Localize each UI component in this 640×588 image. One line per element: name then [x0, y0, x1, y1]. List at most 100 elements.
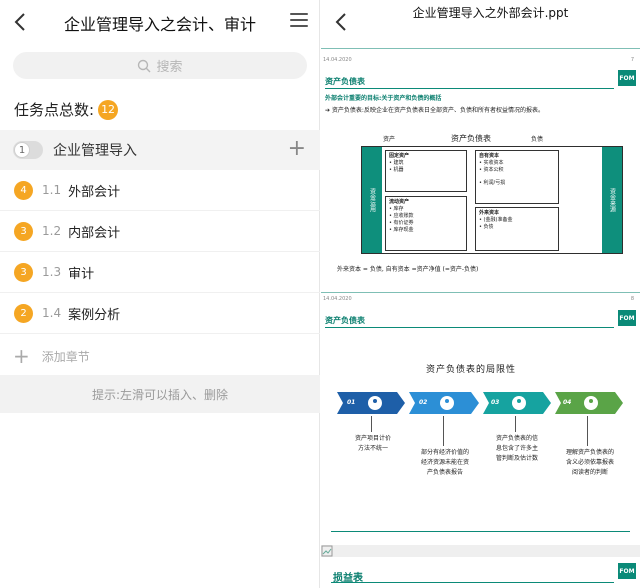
person-head: [517, 399, 521, 403]
limitation-text-1: 资产项目计价 方法不统一: [335, 434, 411, 454]
slide-title-rule: [325, 327, 614, 328]
chapter-index: 1.3: [42, 265, 62, 279]
plus-icon: +: [13, 344, 30, 368]
fom-logo: FOM: [618, 563, 636, 579]
person-head: [445, 399, 449, 403]
fixed-assets-box: 固定资产 • 建筑 • 机器: [385, 150, 467, 192]
slide-top-rule: [321, 48, 640, 49]
module-collapse-toggle[interactable]: 1: [13, 141, 43, 159]
task-count: 任务点总数: 12: [14, 99, 119, 120]
text-line: 经济资源未能在资: [420, 459, 469, 466]
back-arrow-icon[interactable]: [10, 10, 32, 34]
slide-title: 资产负债表: [325, 77, 365, 86]
add-chapter-label: 添加章节: [41, 349, 90, 364]
chapter-name: 外部会计: [68, 184, 121, 200]
task-badge: 3: [14, 262, 33, 282]
equity-box: 自有资本 • 实收资本 • 资本公积 • 利润/亏损: [475, 150, 559, 204]
task-badge: 4: [14, 180, 33, 200]
box-item: • 资本公积: [479, 167, 504, 173]
box-heading: 自有资本: [479, 153, 500, 159]
limitations-heading: 资产负债表的局限性: [426, 365, 517, 375]
slide-description: ➔ 资产负债表:反映企业在资产负债表日全部资产、负债和所有者权益情况的报表。: [325, 107, 544, 114]
limitation-text-2: 部分有经济价值的 经济资源未能在资 产负债表报告: [405, 448, 485, 478]
task-count-label: 任务点总数:: [14, 101, 95, 119]
task-count-badge: 12: [98, 99, 119, 120]
box-heading: 固定资产: [389, 153, 410, 159]
step-number: 02: [419, 399, 428, 406]
menu-icon[interactable]: [290, 13, 308, 29]
text-line: 部分有经济价值的: [420, 449, 469, 456]
current-assets-box: 流动资产 • 库存 • 应收账款 • 有价证券 • 库存现金: [385, 196, 467, 251]
chapter-index: 1.2: [42, 224, 62, 238]
search-input[interactable]: 搜索: [13, 52, 307, 79]
chapter-name: 内部会计: [68, 225, 121, 241]
slide-page-number: 8: [630, 296, 634, 302]
chapter-item[interactable]: 3 1.2 内部会计: [0, 211, 320, 252]
slide-bottom-rule: [331, 531, 630, 532]
fom-logo: FOM: [618, 310, 636, 326]
text-line: 管判断及估计数: [495, 455, 538, 462]
box-item: • 负债: [479, 224, 494, 230]
funds-source-label: 资金来源: [602, 147, 622, 253]
box-item: • 机器: [389, 167, 404, 173]
slide-title-rule: [325, 88, 614, 89]
viewer-top-bar: 企业管理导入之外部会计.ppt: [321, 0, 640, 44]
task-badge: 3: [14, 221, 33, 241]
slide-page-number: 7: [630, 57, 634, 63]
document-title: 企业管理导入之外部会计.ppt: [412, 6, 569, 20]
funds-use-label: 资金运用: [362, 147, 382, 253]
fom-logo: FOM: [618, 70, 636, 86]
back-arrow-icon[interactable]: [331, 10, 353, 34]
swipe-hint: 提示:左滑可以插入、删除: [0, 375, 320, 413]
add-icon[interactable]: +: [288, 138, 306, 160]
slide-title: 资产负债表: [325, 316, 365, 325]
chapter-name: 案例分析: [68, 307, 121, 323]
chapter-name: 审计: [68, 266, 95, 282]
text-line: 资产项目计价: [354, 435, 391, 442]
ppt-viewer-pane: 企业管理导入之外部会计.ppt 14.04.2020 7 资产负债表 FOM 外…: [321, 0, 640, 588]
limitation-text-3: 资产负债表的信 息包含了许多主 管判断及估计数: [479, 434, 555, 464]
slide-date: 14.04.2020: [323, 296, 352, 302]
text-line: 方法不统一: [357, 445, 388, 452]
chapter-index: 1.1: [42, 183, 62, 197]
text-line: 产负债表报告: [426, 469, 463, 476]
chapter-item[interactable]: 4 1.1 外部会计: [0, 170, 320, 211]
box-item: • 库存现金: [389, 227, 414, 233]
connector-line: [515, 416, 516, 432]
module-row[interactable]: 1 企业管理导入 +: [0, 130, 320, 170]
search-placeholder: 搜索: [156, 60, 183, 75]
task-badge: 2: [14, 303, 33, 323]
box-item: • 有价证券: [389, 220, 414, 226]
connector-line: [371, 416, 372, 432]
connector-line: [443, 416, 444, 446]
slide-top-rule: [321, 292, 640, 293]
broken-image-icon: [321, 545, 333, 557]
text-line: 资产负债表的信: [495, 435, 538, 442]
text-line: 含义必须依靠报表: [565, 459, 614, 466]
balance-equation: 外来资本 = 负债, 自有资本 =资产净值 (=资产-负债): [337, 266, 479, 273]
search-icon: [138, 59, 151, 72]
add-chapter-button[interactable]: + 添加章节: [0, 337, 320, 375]
chapter-item[interactable]: 2 1.4 案例分析: [0, 293, 320, 334]
process-chevrons: [337, 392, 623, 414]
person-head: [373, 399, 377, 403]
text-line: 阅读者的判断: [571, 469, 608, 476]
box-item: • 利润/亏损: [479, 180, 506, 186]
top-bar: 企业管理导入之会计、审计: [0, 0, 320, 44]
step-number: 04: [563, 399, 572, 406]
liabilities-box: 外来资本 • (金融)准备金 • 负债: [475, 207, 559, 251]
box-item: • 库存: [389, 206, 404, 212]
chapter-item[interactable]: 3 1.3 审计: [0, 252, 320, 293]
limitation-text-4: 理解资产负债表的 含义必须依靠报表 阅读者的判断: [549, 448, 631, 478]
box-item: • 应收账款: [389, 213, 414, 219]
box-item: • 实收资本: [479, 160, 504, 166]
connector-line: [587, 416, 588, 446]
box-item: • 建筑: [389, 160, 404, 166]
liabilities-column-label: 负债: [531, 136, 544, 143]
course-outline-pane: 企业管理导入之会计、审计 搜索 任务点总数: 12 1 企业管理导入 + 4 1…: [0, 0, 320, 588]
assets-column-label: 资产: [383, 136, 396, 143]
step-number: 01: [347, 399, 356, 406]
module-index: 1: [14, 142, 30, 158]
chapter-index: 1.4: [42, 306, 62, 320]
module-title: 企业管理导入: [53, 143, 137, 159]
